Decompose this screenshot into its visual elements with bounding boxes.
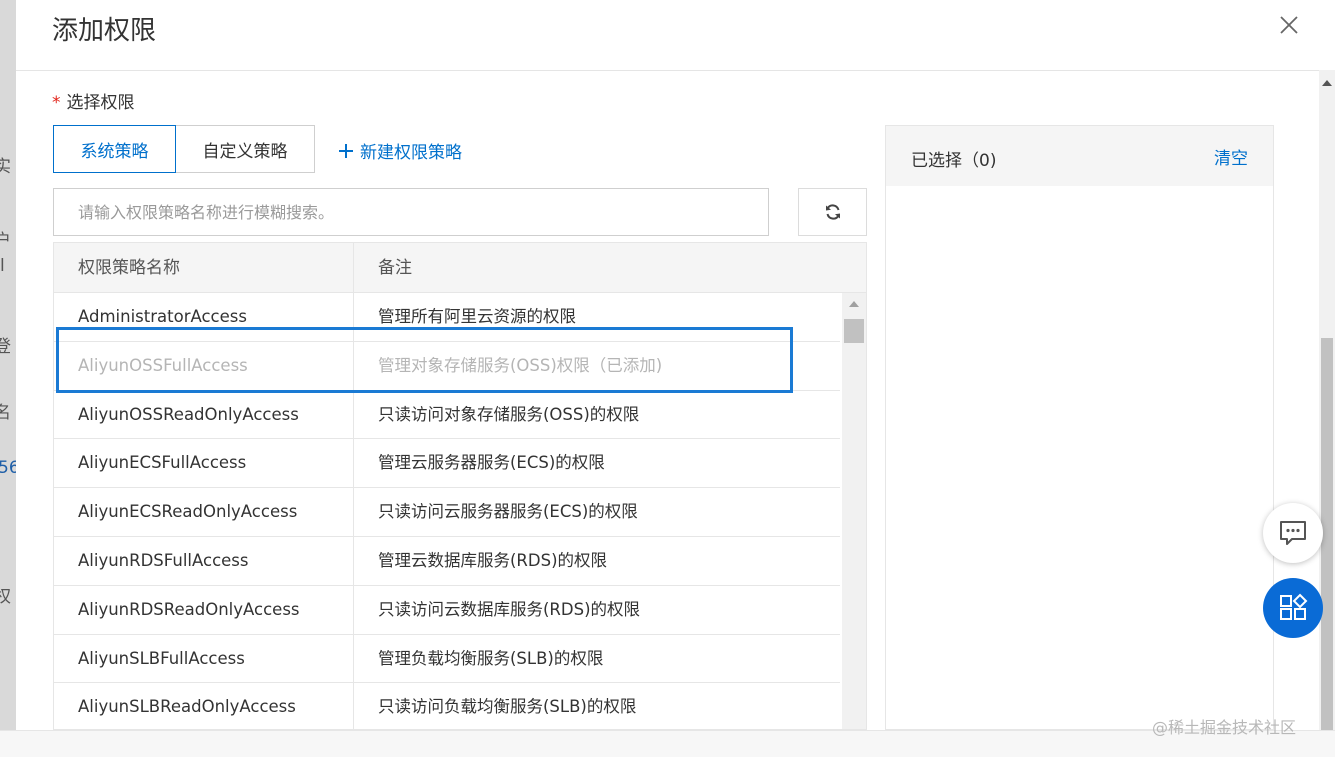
chat-icon (1280, 521, 1306, 545)
policy-name-cell: AliyunOSSReadOnlyAccess (54, 390, 354, 439)
chat-button[interactable] (1263, 503, 1323, 563)
background-text: l (0, 256, 5, 276)
background-text: 权 (0, 587, 11, 607)
policy-table: 权限策略名称 备注 AdministratorAccess 管理所有阿里云资源的… (53, 242, 867, 730)
policy-note-cell: 管理负载均衡服务(SLB)的权限 (378, 648, 604, 668)
policy-name-cell: AliyunECSReadOnlyAccess (54, 488, 354, 537)
policy-name-cell: AliyunSLBReadOnlyAccess (54, 683, 354, 729)
policy-note-cell: 管理对象存储服务(OSS)权限（已添加) (378, 355, 663, 375)
refresh-button[interactable] (798, 188, 867, 236)
apps-button[interactable] (1263, 578, 1323, 638)
dialog-scrollbar[interactable] (1319, 70, 1335, 730)
table-row[interactable]: AliyunRDSFullAccess 管理云数据库服务(RDS)的权限 (54, 536, 840, 586)
required-mark: * (52, 93, 61, 113)
policy-name-cell: AliyunRDSFullAccess (54, 536, 354, 585)
table-scrollbar-thumb[interactable] (844, 319, 864, 343)
table-row[interactable]: AliyunSLBReadOnlyAccess 只读访问负载均衡服务(SLB)的… (54, 683, 840, 729)
refresh-icon (825, 204, 840, 220)
close-icon[interactable] (1278, 14, 1300, 36)
policy-name-cell: AliyunOSSFullAccess (54, 341, 354, 390)
table-body: AdministratorAccess 管理所有阿里云资源的权限 AliyunO… (54, 293, 840, 729)
policy-search-input[interactable] (53, 188, 769, 236)
select-permission-label: * 选择权限 (52, 88, 135, 113)
table-row[interactable]: AliyunSLBFullAccess 管理负载均衡服务(SLB)的权限 (54, 634, 840, 684)
column-header-policy-name: 权限策略名称 (54, 243, 354, 293)
table-row[interactable]: AliyunECSFullAccess 管理云服务器服务(ECS)的权限 (54, 439, 840, 489)
policy-note-cell: 只读访问负载均衡服务(SLB)的权限 (378, 697, 637, 717)
table-row[interactable]: AliyunRDSReadOnlyAccess 只读访问云数据库服务(RDS)的… (54, 585, 840, 635)
background-page: 实 户 l 登 名 56 权 (0, 0, 20, 757)
column-header-note: 备注 (378, 258, 412, 278)
selected-count-title: 已选择（0) (911, 151, 997, 171)
background-text: 实 (0, 157, 11, 177)
apps-icon (1280, 593, 1308, 620)
background-text: 名 (0, 403, 11, 423)
policy-name-cell: AliyunSLBFullAccess (54, 634, 354, 683)
selected-panel-header: 已选择（0) 清空 (886, 126, 1273, 186)
policy-note-cell: 管理云服务器服务(ECS)的权限 (378, 453, 605, 473)
policy-note-cell: 只读访问对象存储服务(OSS)的权限 (378, 404, 640, 424)
background-text: 户 (0, 231, 11, 251)
dialog-title: 添加权限 (52, 16, 157, 46)
table-row[interactable]: AliyunOSSReadOnlyAccess 只读访问对象存储服务(OSS)的… (54, 390, 840, 440)
tab-system-policy[interactable]: 系统策略 (53, 125, 176, 173)
policy-name-cell: AliyunRDSReadOnlyAccess (54, 585, 354, 634)
policy-note-cell: 管理云数据库服务(RDS)的权限 (378, 550, 608, 570)
new-policy-label: 新建权限策略 (360, 143, 462, 163)
table-row[interactable]: AdministratorAccess 管理所有阿里云资源的权限 (54, 293, 840, 342)
scroll-up-arrow-icon[interactable] (849, 301, 859, 307)
policy-note-cell: 管理所有阿里云资源的权限 (378, 307, 576, 326)
watermark: @稀土掘金技术社区 (1152, 718, 1297, 737)
clear-selection-link[interactable]: 清空 (1214, 144, 1248, 169)
scroll-up-arrow-icon[interactable] (1322, 80, 1332, 86)
select-permission-text: 选择权限 (66, 93, 135, 113)
table-scrollbar[interactable] (842, 293, 866, 729)
table-header: 权限策略名称 备注 (54, 243, 866, 293)
background-text: 登 (0, 337, 11, 357)
footer-bar (0, 730, 1335, 757)
table-row-disabled: AliyunOSSFullAccess 管理对象存储服务(OSS)权限（已添加) (54, 341, 840, 391)
table-row[interactable]: AliyunECSReadOnlyAccess 只读访问云服务器服务(ECS)的… (54, 488, 840, 537)
policy-name-cell: AdministratorAccess (54, 293, 354, 341)
add-permission-dialog: 添加权限 *选择权限 系统策略 自定义策略 新建权限策略 权限策略名称 备注 (16, 0, 1335, 730)
dialog-header-divider (16, 70, 1319, 71)
tab-custom-policy[interactable]: 自定义策略 (175, 125, 315, 173)
policy-note-cell: 只读访问云服务器服务(ECS)的权限 (378, 502, 638, 522)
selected-panel: 已选择（0) 清空 (885, 125, 1274, 730)
plus-icon (339, 143, 353, 158)
new-policy-link[interactable]: 新建权限策略 (338, 138, 462, 163)
policy-note-cell: 只读访问云数据库服务(RDS)的权限 (378, 599, 641, 619)
policy-name-cell: AliyunECSFullAccess (54, 439, 354, 488)
